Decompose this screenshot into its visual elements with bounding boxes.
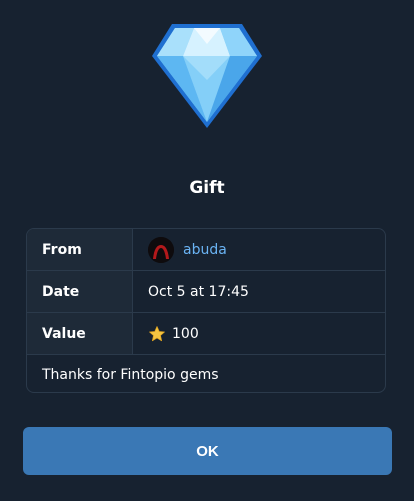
star-icon bbox=[148, 325, 166, 343]
sender-link[interactable]: abuda bbox=[133, 229, 385, 270]
date-value: Oct 5 at 17:45 bbox=[148, 283, 249, 300]
value-cell: 100 bbox=[133, 313, 385, 354]
from-row: From abuda bbox=[27, 229, 385, 271]
gift-message: Thanks for Fintopio gems bbox=[42, 366, 219, 383]
from-label: From bbox=[27, 229, 133, 270]
gift-info-table: From abuda Date Oct 5 at 17:45 Value 100… bbox=[26, 228, 386, 393]
diamond-gem-icon bbox=[150, 20, 264, 132]
sender-name[interactable]: abuda bbox=[183, 242, 227, 258]
date-label: Date bbox=[27, 271, 133, 312]
date-row: Date Oct 5 at 17:45 bbox=[27, 271, 385, 313]
ok-button[interactable]: OK bbox=[23, 427, 392, 475]
user-avatar[interactable] bbox=[148, 236, 174, 263]
gift-dialog: Gift From abuda Date Oct 5 at 17:45 Valu… bbox=[0, 0, 414, 501]
value-label: Value bbox=[27, 313, 133, 354]
star-amount: 100 bbox=[172, 325, 199, 342]
dialog-title: Gift bbox=[189, 178, 225, 198]
value-row: Value 100 bbox=[27, 313, 385, 355]
